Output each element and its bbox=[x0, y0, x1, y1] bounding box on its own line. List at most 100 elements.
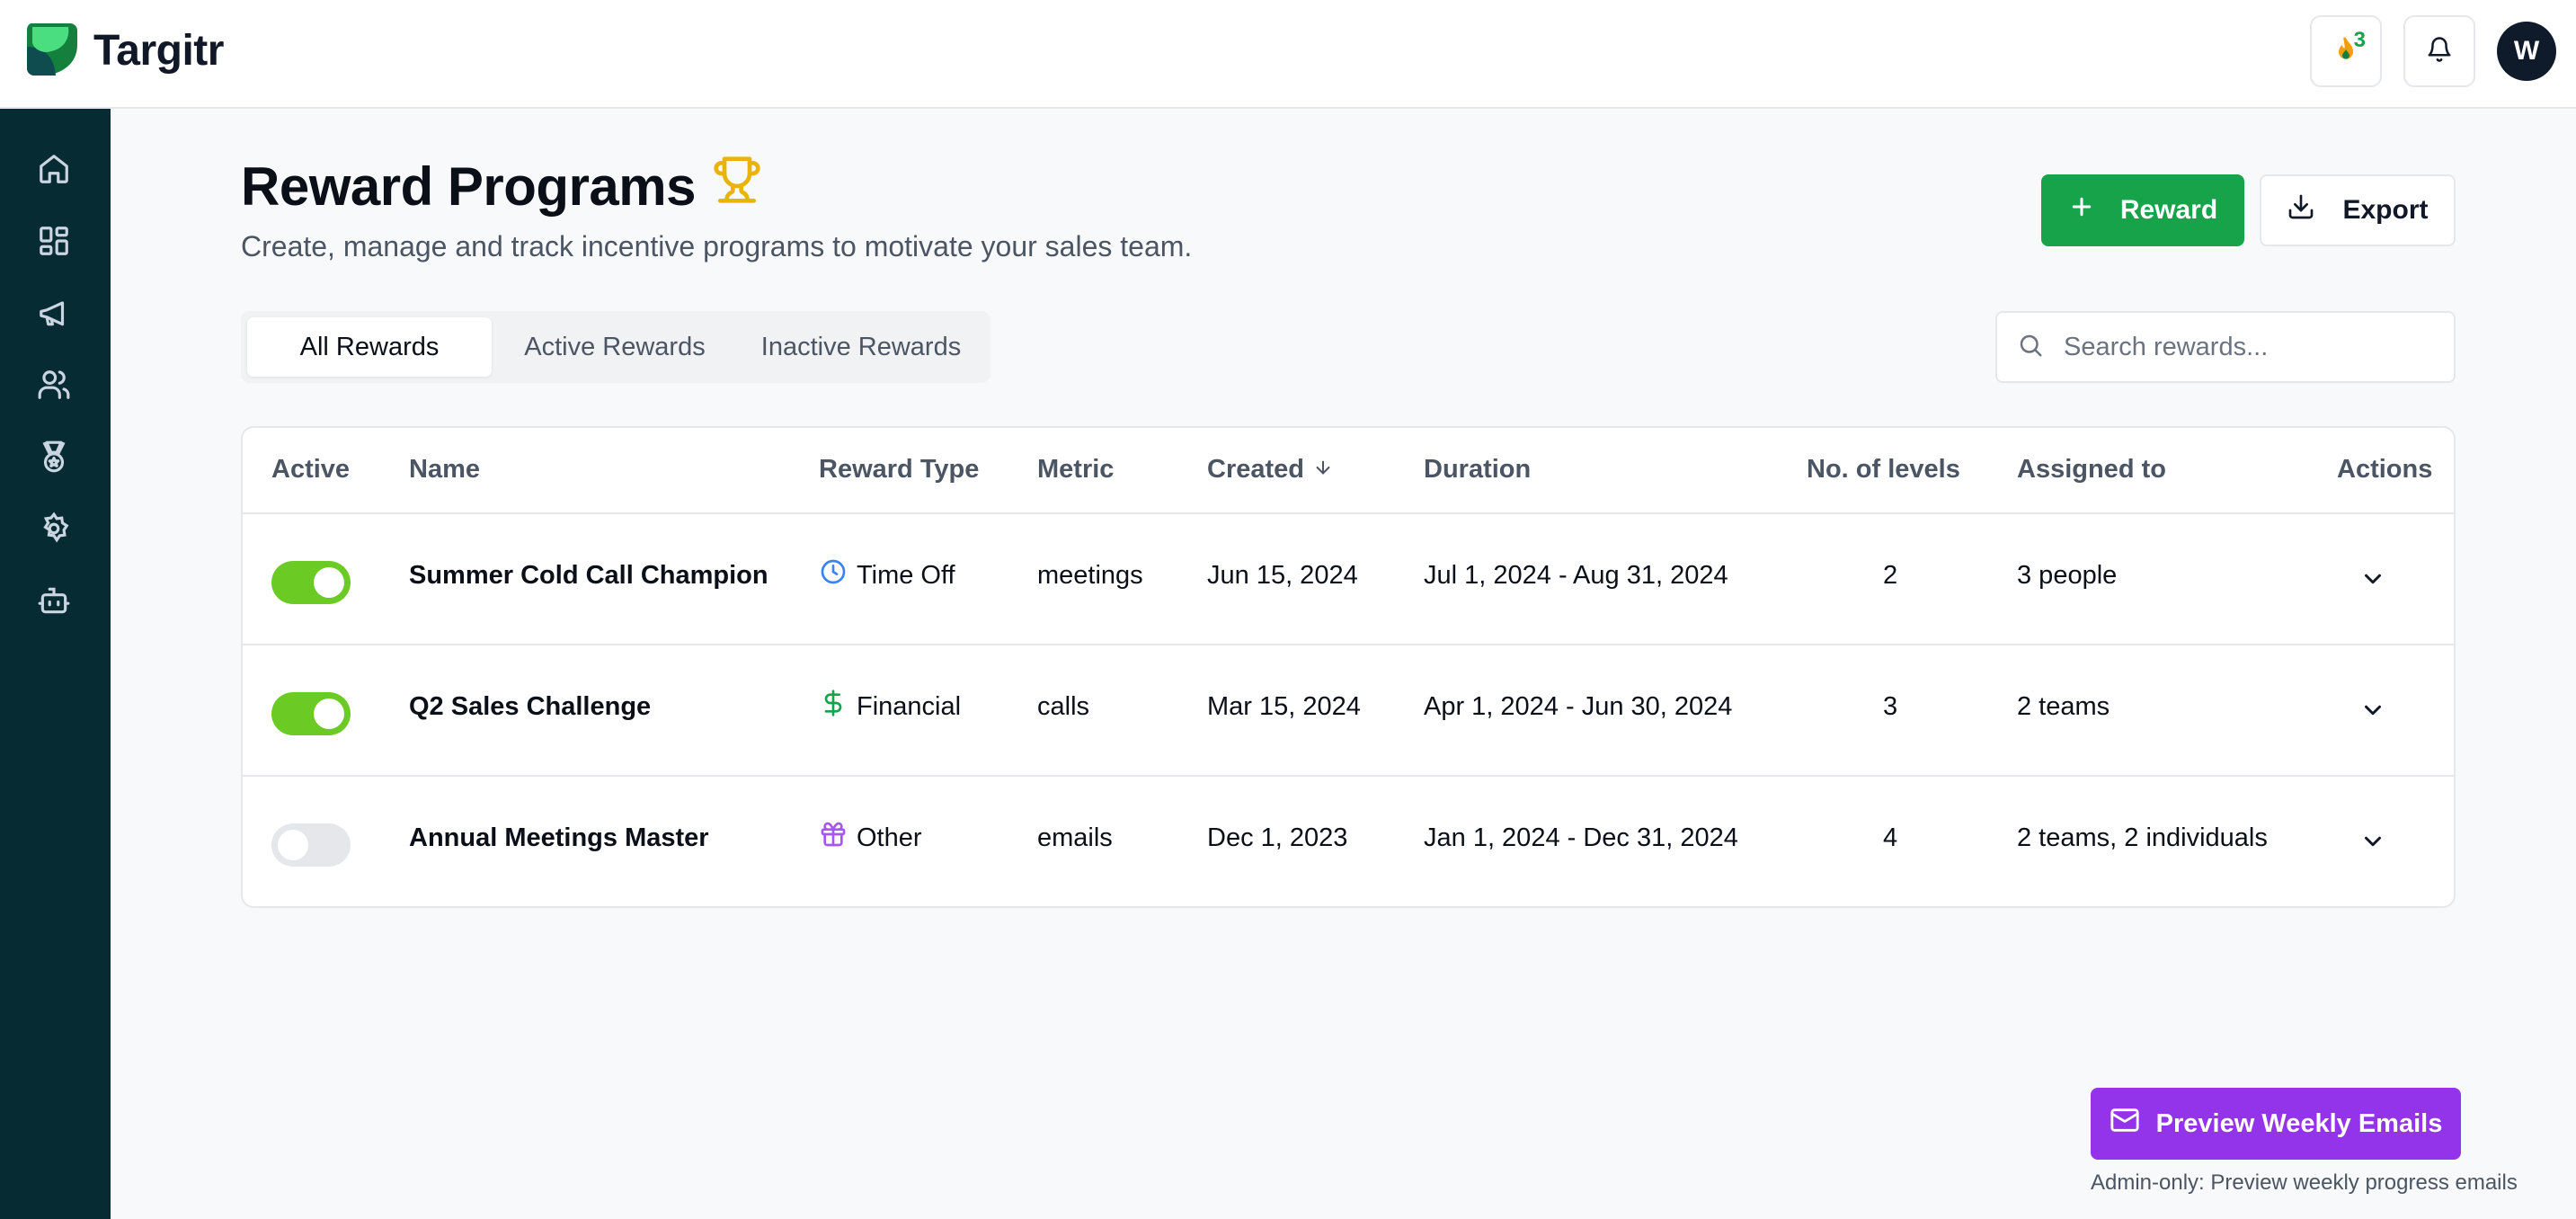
sidebar-item-campaigns[interactable] bbox=[33, 294, 75, 335]
reward-type: Time Off bbox=[819, 557, 955, 593]
reward-assigned: 2 teams bbox=[2017, 692, 2110, 721]
reward-type-label: Other bbox=[857, 823, 922, 852]
export-label: Export bbox=[2342, 195, 2429, 225]
brand[interactable]: Targitr bbox=[23, 20, 224, 81]
bell-icon bbox=[2426, 36, 2453, 67]
bot-icon bbox=[37, 583, 71, 622]
download-icon bbox=[2287, 192, 2315, 228]
active-toggle[interactable] bbox=[271, 823, 351, 867]
gift-icon bbox=[819, 820, 848, 856]
reward-metric: calls bbox=[1037, 692, 1090, 721]
reward-levels: 4 bbox=[1883, 823, 1898, 852]
tab-active-rewards[interactable]: Active Rewards bbox=[492, 317, 738, 377]
reward-assigned: 3 people bbox=[2017, 561, 2118, 590]
tab-all-rewards[interactable]: All Rewards bbox=[247, 317, 492, 377]
reward-duration: Jan 1, 2024 - Dec 31, 2024 bbox=[1424, 823, 1738, 852]
reward-name: Q2 Sales Challenge bbox=[409, 692, 652, 721]
reward-name: Summer Cold Call Champion bbox=[409, 561, 768, 590]
reward-type-label: Time Off bbox=[857, 560, 955, 590]
reward-type: Financial bbox=[819, 689, 961, 725]
sidebar-item-settings[interactable] bbox=[33, 510, 75, 551]
column-actions: Actions bbox=[2337, 455, 2433, 484]
column-created[interactable]: Created bbox=[1207, 455, 1333, 485]
toggle-knob bbox=[278, 830, 308, 860]
reward-created: Dec 1, 2023 bbox=[1207, 823, 1348, 852]
reward-metric: emails bbox=[1037, 823, 1113, 852]
table-row[interactable]: Summer Cold Call Champion Time Off meeti… bbox=[243, 514, 2454, 645]
dashboard-icon bbox=[37, 224, 71, 262]
notifications-button[interactable] bbox=[2403, 15, 2475, 87]
sidebar-item-home[interactable] bbox=[33, 150, 75, 191]
avatar[interactable]: W bbox=[2497, 22, 2556, 81]
active-toggle[interactable] bbox=[271, 692, 351, 735]
column-active: Active bbox=[271, 455, 351, 484]
export-button[interactable]: Export bbox=[2260, 174, 2456, 246]
reward-duration: Jul 1, 2024 - Aug 31, 2024 bbox=[1424, 561, 1728, 590]
expand-row-button[interactable] bbox=[2357, 827, 2389, 859]
sidebar-item-rewards[interactable] bbox=[33, 438, 75, 479]
search-icon bbox=[2017, 332, 2044, 363]
sidebar-item-bot[interactable] bbox=[33, 582, 75, 623]
expand-row-button[interactable] bbox=[2357, 565, 2389, 597]
clock-icon bbox=[819, 557, 848, 593]
chevron-down-icon bbox=[2359, 697, 2386, 728]
reward-levels: 2 bbox=[1883, 561, 1898, 590]
active-toggle[interactable] bbox=[271, 561, 351, 604]
reward-type: Other bbox=[819, 820, 922, 856]
reward-type-label: Financial bbox=[857, 691, 962, 721]
column-name[interactable]: Name bbox=[409, 455, 480, 485]
streak-button[interactable]: 3 bbox=[2310, 15, 2382, 87]
home-icon bbox=[37, 152, 71, 191]
gear-icon bbox=[37, 511, 71, 550]
preview-weekly-emails-label: Preview Weekly Emails bbox=[2155, 1108, 2443, 1138]
search-box bbox=[1995, 311, 2456, 383]
plus-icon bbox=[2068, 193, 2095, 227]
arrow-down-icon bbox=[1313, 455, 1333, 485]
column-assigned[interactable]: Assigned to bbox=[2017, 455, 2166, 485]
column-levels[interactable]: No. of levels bbox=[1807, 455, 1960, 485]
medal-icon bbox=[37, 440, 71, 478]
brand-name: Targitr bbox=[93, 26, 224, 75]
streak-count: 3 bbox=[2353, 28, 2366, 52]
reward-levels: 3 bbox=[1883, 692, 1898, 721]
column-duration[interactable]: Duration bbox=[1424, 455, 1531, 485]
table-row[interactable]: Annual Meetings Master Other emails Dec … bbox=[243, 777, 2454, 906]
megaphone-icon bbox=[37, 296, 71, 334]
reward-assigned: 2 teams, 2 individuals bbox=[2017, 823, 2268, 852]
sidebar-item-dashboard[interactable] bbox=[33, 222, 75, 263]
users-icon bbox=[37, 368, 71, 406]
column-metric[interactable]: Metric bbox=[1037, 455, 1114, 485]
column-created-label: Created bbox=[1207, 455, 1304, 484]
reward-metric: meetings bbox=[1037, 561, 1143, 590]
sidebar-item-users[interactable] bbox=[33, 366, 75, 407]
page-title: Reward Programs bbox=[241, 155, 762, 218]
toggle-knob bbox=[314, 698, 344, 729]
chevron-down-icon bbox=[2359, 828, 2386, 859]
rewards-table: Active Name Reward Type Metric Created D… bbox=[241, 426, 2456, 908]
reward-name: Annual Meetings Master bbox=[409, 823, 709, 852]
dollar-icon bbox=[819, 689, 848, 725]
sidebar bbox=[0, 109, 111, 1219]
add-reward-label: Reward bbox=[2119, 195, 2218, 225]
top-actions: 3 W bbox=[2310, 15, 2556, 87]
chevron-down-icon bbox=[2359, 565, 2386, 597]
toggle-knob bbox=[314, 567, 344, 598]
search-input[interactable] bbox=[2064, 332, 2423, 362]
table-row[interactable]: Q2 Sales Challenge Financial calls Mar 1… bbox=[243, 645, 2454, 777]
column-reward-type[interactable]: Reward Type bbox=[819, 455, 979, 485]
preview-weekly-emails-button[interactable]: Preview Weekly Emails bbox=[2091, 1088, 2461, 1160]
page-title-text: Reward Programs bbox=[241, 156, 697, 217]
tab-inactive-rewards[interactable]: Inactive Rewards bbox=[738, 317, 984, 377]
top-bar: Targitr 3 W bbox=[0, 0, 2576, 109]
expand-row-button[interactable] bbox=[2357, 696, 2389, 728]
reward-filter-tabs: All Rewards Active Rewards Inactive Rewa… bbox=[241, 311, 990, 383]
reward-duration: Apr 1, 2024 - Jun 30, 2024 bbox=[1424, 692, 1733, 721]
mail-icon bbox=[2110, 1105, 2140, 1143]
add-reward-button[interactable]: Reward bbox=[2041, 174, 2244, 246]
targitr-logo-icon bbox=[23, 20, 84, 81]
reward-created: Mar 15, 2024 bbox=[1207, 692, 1361, 721]
page-subtitle: Create, manage and track incentive progr… bbox=[241, 230, 1193, 262]
trophy-icon bbox=[712, 155, 762, 218]
admin-note: Admin-only: Preview weekly progress emai… bbox=[2091, 1170, 2518, 1195]
table-header: Active Name Reward Type Metric Created D… bbox=[243, 428, 2454, 514]
